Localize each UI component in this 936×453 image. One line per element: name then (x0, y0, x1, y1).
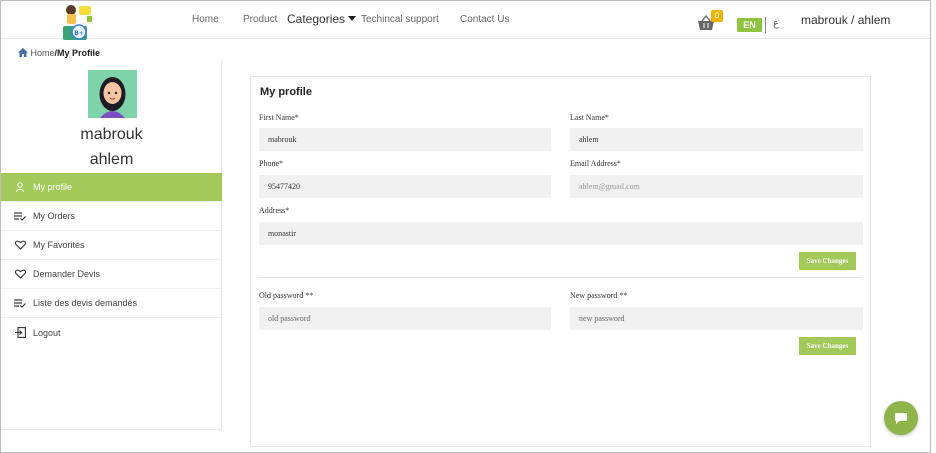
logout-icon (14, 327, 26, 339)
section-divider (259, 277, 862, 278)
sidebar-item-demander-devis[interactable]: Demander Devis (1, 260, 222, 289)
breadcrumb-home-link[interactable]: Home (31, 48, 55, 58)
list-check-icon (14, 297, 26, 309)
list-check-icon (14, 210, 26, 222)
profile-panel: My profile First Name* Last Name* Phone*… (250, 76, 871, 447)
sidebar-item-my-orders[interactable]: My Orders (1, 202, 222, 231)
profile-last-name: ahlem (89, 151, 134, 168)
nav-technical-support[interactable]: Techincal support (361, 14, 439, 25)
breadcrumb-current: /My Profile (54, 48, 101, 58)
sidebar-menu: My profile My Orders My Favorites Demand… (1, 173, 222, 347)
nav-home[interactable]: Home (192, 14, 219, 25)
first-name-label: First Name* (259, 113, 299, 122)
nav-categories-dropdown[interactable]: Categories (287, 12, 357, 26)
site-logo[interactable]: B+ (57, 2, 99, 40)
heart-icon (14, 268, 26, 280)
sidebar-item-my-profile[interactable]: My profile (1, 173, 222, 202)
phone-label: Phone* (259, 159, 283, 168)
first-name-field[interactable] (259, 128, 551, 151)
last-name-label: Last Name* (570, 113, 609, 122)
save-profile-button[interactable]: Save Changes (799, 252, 856, 270)
chat-bubble-icon (895, 412, 907, 424)
user-icon (14, 181, 26, 193)
email-label: Email Address* (570, 159, 621, 168)
language-ar-button[interactable]: ع (773, 18, 779, 29)
app-window: B+ Home Product Categories Techincal sup… (0, 0, 931, 453)
new-password-label: New password ** (570, 291, 628, 300)
avatar (88, 70, 137, 118)
nav-product[interactable]: Product (243, 14, 277, 25)
svg-text:B+: B+ (74, 30, 84, 37)
old-password-field[interactable] (259, 307, 551, 330)
breadcrumb: Home/My Profile (18, 48, 100, 58)
language-en-button[interactable]: EN (737, 18, 762, 32)
sidebar-item-logout[interactable]: Logout (1, 318, 222, 347)
sidebar-item-my-favorites[interactable]: My Favorites (1, 231, 222, 260)
email-field[interactable] (570, 175, 863, 198)
sidebar-item-label: My Favorites (33, 240, 85, 250)
sidebar-item-label: My profile (33, 182, 73, 192)
sidebar-item-label: Demander Devis (33, 269, 101, 279)
sidebar-item-liste-devis[interactable]: Liste des devis demandés (1, 289, 222, 318)
save-password-button[interactable]: Save Changes (799, 337, 856, 355)
top-header: B+ Home Product Categories Techincal sup… (1, 1, 930, 40)
user-account-link[interactable]: mabrouk / ahlem (801, 13, 890, 27)
old-password-label: Old password ** (259, 291, 314, 300)
new-password-field[interactable] (570, 307, 863, 330)
nav-categories-label: Categories (287, 12, 346, 26)
sidebar-item-label: My Orders (33, 211, 76, 221)
caret-down-icon (348, 16, 357, 21)
language-divider (765, 17, 766, 33)
heart-icon (14, 239, 26, 251)
panel-title: My profile (260, 86, 312, 98)
sidebar-item-label: Liste des devis demandés (33, 298, 138, 308)
sidebar-item-label: Logout (33, 327, 61, 338)
cart-count-badge: 0 (711, 10, 723, 22)
phone-field[interactable] (259, 175, 551, 198)
nav-contact-us[interactable]: Contact Us (460, 14, 509, 25)
last-name-field[interactable] (570, 128, 863, 151)
account-sidebar: mabrouk ahlem My profile My Orders My Fa… (1, 61, 222, 430)
address-label: Address* (259, 206, 290, 215)
home-icon (18, 48, 28, 57)
profile-first-name: mabrouk (80, 126, 143, 143)
chat-button[interactable] (884, 401, 918, 435)
address-field[interactable] (259, 222, 863, 245)
